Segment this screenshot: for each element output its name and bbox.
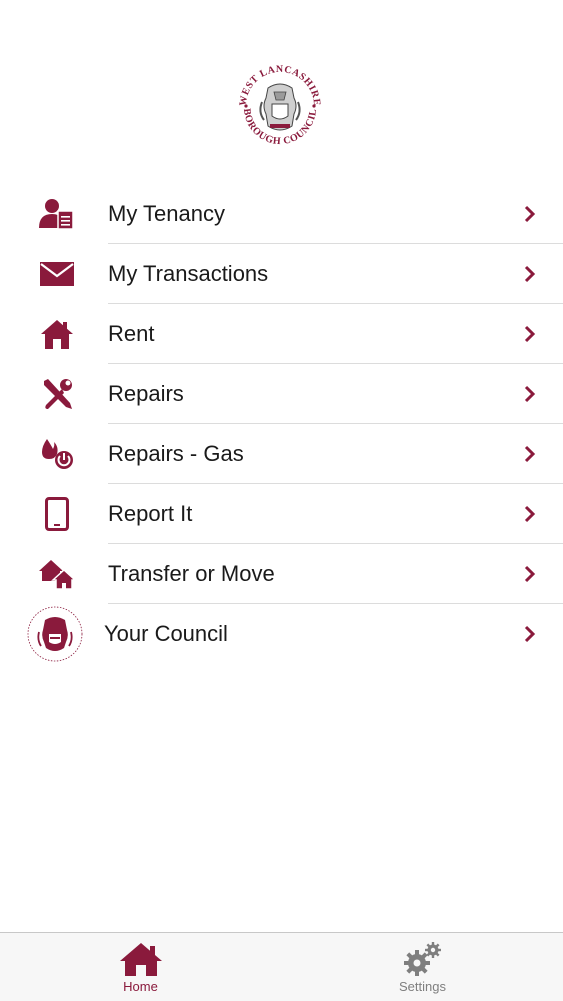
gears-icon <box>403 942 441 976</box>
council-crest-icon: WEST LANCASHIRE BOROUGH COUNCIL <box>238 64 322 147</box>
tools-icon <box>26 374 88 414</box>
menu-item-repairs-gas[interactable]: Repairs - Gas <box>0 424 563 484</box>
menu-item-repairs[interactable]: Repairs <box>0 364 563 424</box>
chevron-right-icon <box>524 325 536 343</box>
menu-item-label: Rent <box>108 321 155 346</box>
menu-item-report-it[interactable]: Report It <box>0 484 563 544</box>
tab-bar: Home Settings <box>0 932 563 1001</box>
chevron-right-icon <box>524 445 536 463</box>
chevron-right-icon <box>524 565 536 583</box>
tab-home-label: Home <box>123 979 158 994</box>
council-crest-icon <box>24 604 86 664</box>
menu-item-label: My Tenancy <box>108 201 225 226</box>
menu-item-my-tenancy[interactable]: My Tenancy <box>0 184 563 244</box>
menu-item-label: Transfer or Move <box>108 561 275 586</box>
two-houses-icon <box>26 554 88 594</box>
council-logo: WEST LANCASHIRE BOROUGH COUNCIL <box>232 58 328 154</box>
envelope-icon <box>26 254 88 294</box>
tab-settings-label: Settings <box>399 979 446 994</box>
menu-item-label: Report It <box>108 501 193 526</box>
tab-settings[interactable]: Settings <box>282 933 563 1001</box>
house-icon <box>26 314 88 354</box>
tenant-document-icon <box>26 194 88 234</box>
house-icon <box>119 943 162 976</box>
menu-item-label: Repairs - Gas <box>108 441 244 466</box>
menu-item-rent[interactable]: Rent <box>0 304 563 364</box>
chevron-right-icon <box>524 625 536 643</box>
menu-item-label: Repairs <box>108 381 184 406</box>
chevron-right-icon <box>524 205 536 223</box>
tablet-icon <box>26 494 88 534</box>
chevron-right-icon <box>524 385 536 403</box>
gas-flame-power-icon <box>26 434 88 474</box>
menu-item-your-council[interactable]: Your Council <box>0 604 563 664</box>
tab-home[interactable]: Home <box>0 933 281 1001</box>
chevron-right-icon <box>524 505 536 523</box>
menu-item-label: My Transactions <box>108 261 269 286</box>
menu-item-my-transactions[interactable]: My Transactions <box>0 244 563 304</box>
menu-item-label: Your Council <box>104 621 228 646</box>
main-menu: My Tenancy My Transactions Rent Repairs … <box>0 184 563 664</box>
chevron-right-icon <box>524 265 536 283</box>
menu-item-transfer-or-move[interactable]: Transfer or Move <box>0 544 563 604</box>
